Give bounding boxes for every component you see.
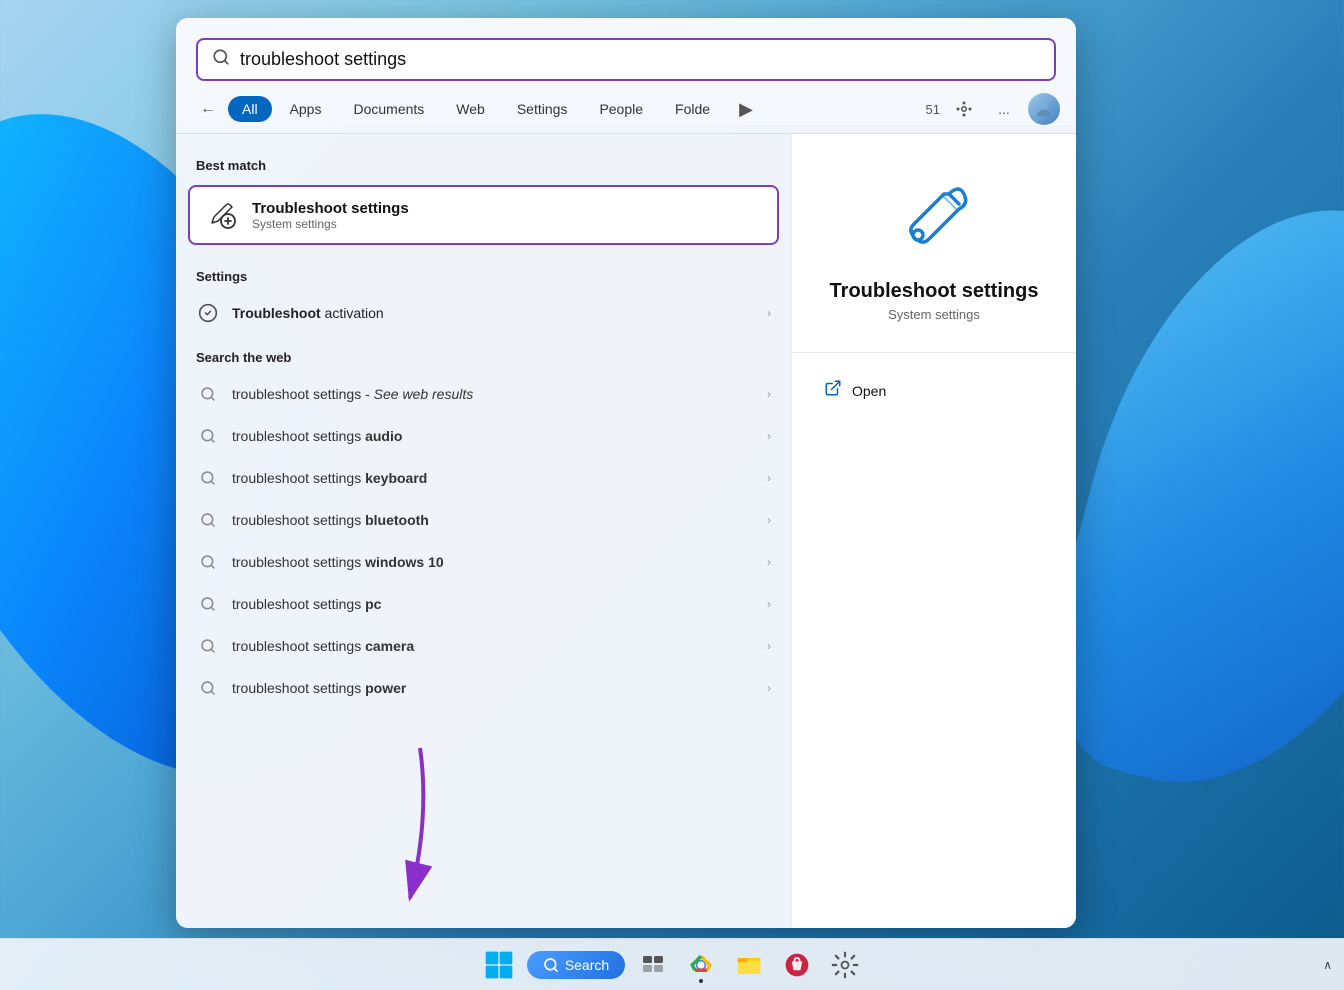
tab-folders[interactable]: Folde	[661, 96, 724, 122]
tab-settings[interactable]: Settings	[503, 96, 582, 122]
filter-tabs: ← All Apps Documents Web Settings People…	[176, 81, 1076, 125]
best-match-text: Troubleshoot settings System settings	[252, 200, 409, 231]
task-view-button[interactable]	[633, 945, 673, 985]
file-explorer-button[interactable]	[729, 945, 769, 985]
result-count: 51	[926, 102, 940, 117]
detail-icon	[889, 174, 979, 264]
activation-bold: Troubleshoot	[232, 305, 321, 321]
web-section: Search the web troubleshoot settings - S…	[176, 334, 791, 709]
best-match-item[interactable]: Troubleshoot settings System settings	[188, 185, 779, 245]
best-match-item-subtitle: System settings	[252, 217, 409, 231]
more-options-button[interactable]: ...	[988, 93, 1020, 125]
chrome-button[interactable]	[681, 945, 721, 985]
web-item-chevron-1: ›	[767, 429, 771, 443]
search-bar-container[interactable]	[196, 38, 1056, 81]
windows-logo-button[interactable]	[479, 945, 519, 985]
search-input[interactable]	[240, 49, 1040, 70]
activation-text: Troubleshoot activation	[232, 305, 755, 321]
more-tabs-button[interactable]: ▶	[730, 93, 762, 125]
web-item-chevron-0: ›	[767, 387, 771, 401]
web-item-3[interactable]: troubleshoot settings bluetooth ›	[176, 499, 791, 541]
best-match-item-title: Troubleshoot settings	[252, 200, 409, 217]
filter-tabs-right: 51 ...	[926, 93, 1060, 125]
web-item-text-7: troubleshoot settings power	[232, 680, 755, 696]
detail-actions: Open	[792, 353, 1076, 428]
user-avatar[interactable]	[1028, 93, 1060, 125]
web-item-text-5: troubleshoot settings pc	[232, 596, 755, 612]
best-match-icon	[204, 197, 240, 233]
web-item-0[interactable]: troubleshoot settings - See web results …	[176, 373, 791, 415]
settings-section-title: Settings	[176, 261, 791, 292]
web-item-chevron-3: ›	[767, 513, 771, 527]
web-item-5[interactable]: troubleshoot settings pc ›	[176, 583, 791, 625]
web-item-4[interactable]: troubleshoot settings windows 10 ›	[176, 541, 791, 583]
right-panel: Troubleshoot settings System settings Op…	[791, 134, 1076, 928]
open-label: Open	[852, 383, 886, 399]
settings-section: Settings Troubleshoot activation ›	[176, 249, 791, 334]
open-action[interactable]: Open	[816, 369, 1052, 412]
chrome-dot	[699, 979, 703, 983]
web-item-chevron-2: ›	[767, 471, 771, 485]
activation-chevron: ›	[767, 306, 771, 320]
left-panel: Best match Troubleshoot settings System …	[176, 134, 791, 928]
web-search-icon-0	[196, 382, 220, 406]
back-button[interactable]: ←	[192, 93, 224, 125]
web-item-text-6: troubleshoot settings camera	[232, 638, 755, 654]
tab-web[interactable]: Web	[442, 96, 499, 122]
settings-item-activation[interactable]: Troubleshoot activation ›	[176, 292, 791, 334]
web-item-chevron-4: ›	[767, 555, 771, 569]
web-item-7[interactable]: troubleshoot settings power ›	[176, 667, 791, 709]
open-icon	[824, 379, 842, 402]
settings-button[interactable]	[825, 945, 865, 985]
detail-title: Troubleshoot settings	[830, 280, 1039, 303]
web-search-icon-7	[196, 676, 220, 700]
taskbar: Search	[0, 938, 1344, 990]
web-item-1[interactable]: troubleshoot settings audio ›	[176, 415, 791, 457]
web-item-chevron-7: ›	[767, 681, 771, 695]
search-type-icon[interactable]	[948, 93, 980, 125]
taskbar-chevron[interactable]: ∧	[1323, 958, 1332, 972]
activation-icon	[196, 301, 220, 325]
tab-all[interactable]: All	[228, 96, 272, 122]
web-item-text-4: troubleshoot settings windows 10	[232, 554, 755, 570]
web-item-text-1: troubleshoot settings audio	[232, 428, 755, 444]
web-item-chevron-5: ›	[767, 597, 771, 611]
web-item-text-0: troubleshoot settings - See web results	[232, 386, 755, 402]
web-search-icon-6	[196, 634, 220, 658]
web-search-icon-1	[196, 424, 220, 448]
taskbar-search-label: Search	[565, 957, 609, 973]
web-item-text-2: troubleshoot settings keyboard	[232, 470, 755, 486]
search-icon	[212, 48, 230, 71]
activation-suffix: activation	[321, 305, 384, 321]
web-item-2[interactable]: troubleshoot settings keyboard ›	[176, 457, 791, 499]
web-item-6[interactable]: troubleshoot settings camera ›	[176, 625, 791, 667]
store-button[interactable]	[777, 945, 817, 985]
web-item-chevron-6: ›	[767, 639, 771, 653]
main-content: Best match Troubleshoot settings System …	[176, 134, 1076, 928]
detail-top: Troubleshoot settings System settings	[792, 134, 1076, 353]
web-search-icon-5	[196, 592, 220, 616]
detail-subtitle: System settings	[888, 307, 980, 322]
web-search-icon-4	[196, 550, 220, 574]
best-match-title: Best match	[176, 150, 791, 181]
tab-apps[interactable]: Apps	[276, 96, 336, 122]
taskbar-search-button[interactable]: Search	[527, 951, 625, 979]
web-search-icon-3	[196, 508, 220, 532]
web-search-icon-2	[196, 466, 220, 490]
tab-people[interactable]: People	[585, 96, 657, 122]
web-item-text-3: troubleshoot settings bluetooth	[232, 512, 755, 528]
search-window: ← All Apps Documents Web Settings People…	[176, 18, 1076, 928]
search-bar-area	[176, 18, 1076, 81]
tab-documents[interactable]: Documents	[339, 96, 438, 122]
web-section-title: Search the web	[176, 342, 791, 373]
